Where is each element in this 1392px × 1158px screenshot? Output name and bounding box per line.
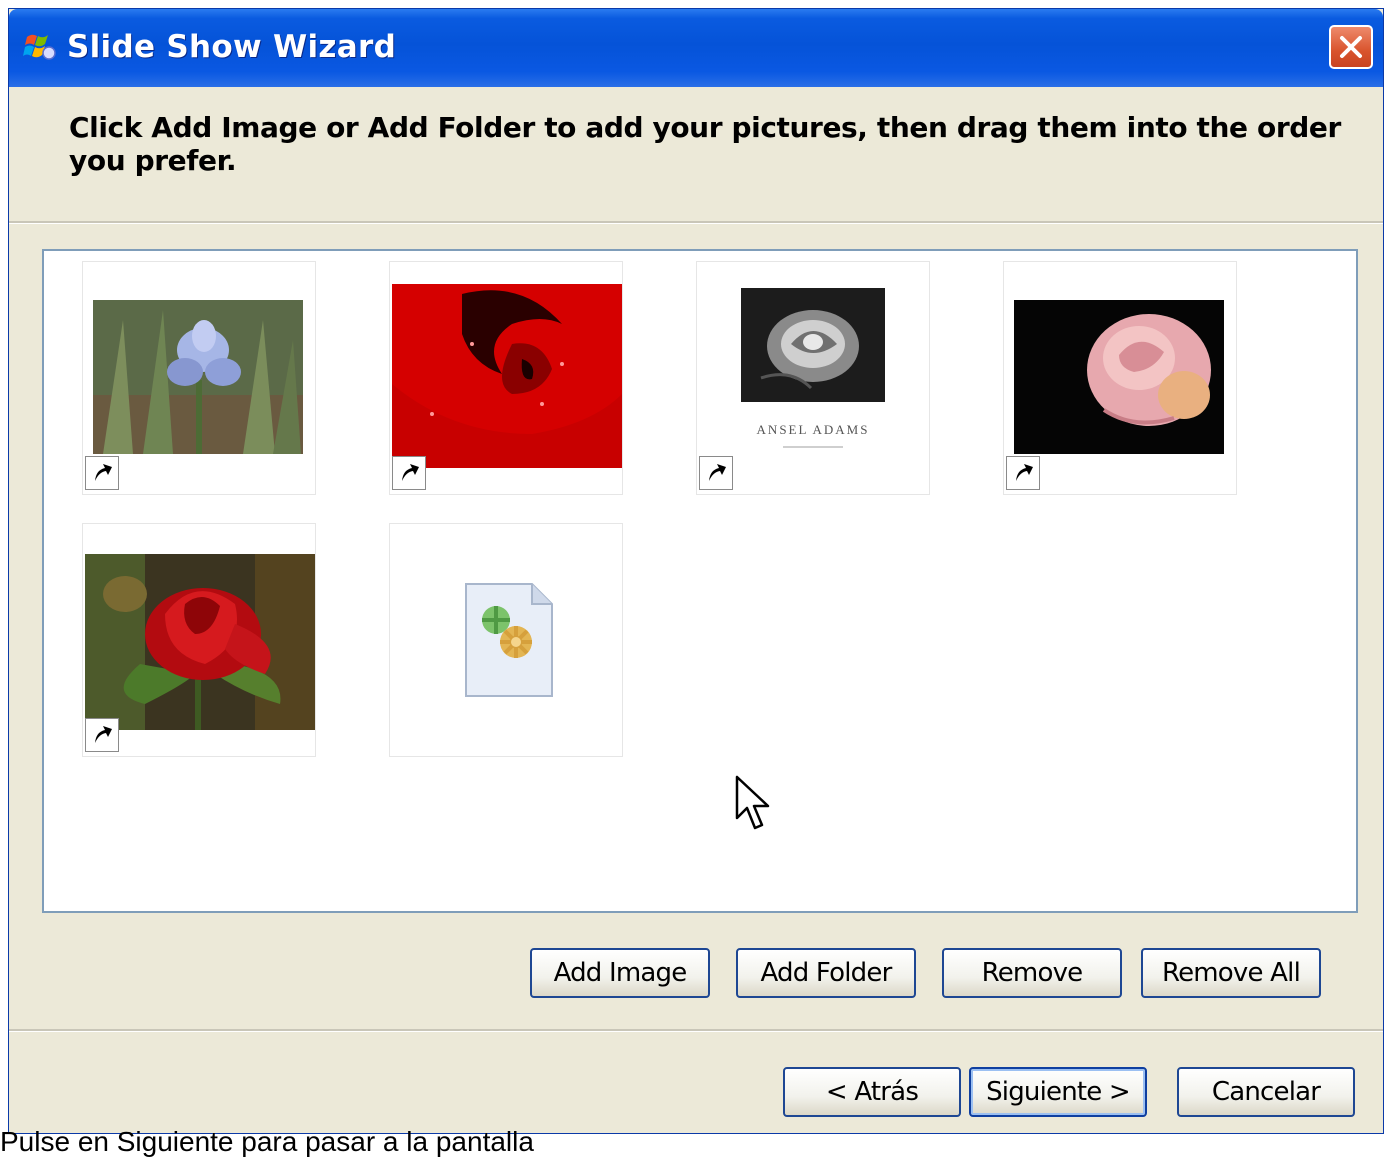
title-bar[interactable]: Slide Show Wizard [9, 9, 1383, 87]
instruction-text: Click Add Image or Add Folder to add you… [69, 111, 1341, 177]
shortcut-arrow-icon [85, 718, 119, 752]
shortcut-arrow-icon [1006, 456, 1040, 490]
cancel-button[interactable]: Cancelar [1177, 1067, 1355, 1117]
image-thumbnail[interactable] [389, 261, 623, 495]
remove-all-button[interactable]: Remove All [1141, 948, 1321, 998]
caption-subline [783, 446, 843, 448]
shortcut-arrow-icon [699, 456, 733, 490]
generic-file-icon [465, 583, 553, 697]
wizard-window: Slide Show Wizard Click Add Image or Add… [8, 8, 1384, 1134]
next-button[interactable]: Siguiente > [969, 1067, 1147, 1117]
iris-photo [93, 300, 303, 454]
wizard-header: Click Add Image or Add Folder to add you… [9, 87, 1383, 221]
shortcut-arrow-icon [85, 456, 119, 490]
image-thumbnail[interactable] [82, 523, 316, 757]
add-folder-button[interactable]: Add Folder [736, 948, 916, 998]
close-button[interactable] [1329, 25, 1373, 69]
windows-media-icon [23, 34, 56, 60]
footer-divider [9, 1029, 1383, 1032]
ansel-adams-rose-photo [741, 288, 885, 402]
window-title: Slide Show Wizard [67, 29, 397, 65]
image-list[interactable]: ANSEL ADAMS [42, 249, 1358, 913]
photo-caption: ANSEL ADAMS [756, 422, 870, 437]
image-thumbnail[interactable] [82, 261, 316, 495]
image-thumbnail[interactable] [389, 523, 623, 757]
remove-button[interactable]: Remove [942, 948, 1122, 998]
pink-rose-photo [1014, 300, 1224, 454]
shortcut-arrow-icon [392, 456, 426, 490]
status-caption: Pulse en Siguiente para pasar a la panta… [0, 1126, 534, 1157]
back-button[interactable]: < Atrás [783, 1067, 961, 1117]
image-thumbnail[interactable]: ANSEL ADAMS [696, 261, 930, 495]
add-image-button[interactable]: Add Image [530, 948, 710, 998]
red-rose-garden-photo [85, 554, 315, 730]
image-thumbnail[interactable] [1003, 261, 1237, 495]
mouse-pointer-icon [735, 775, 770, 830]
header-divider [9, 221, 1383, 224]
red-rose-closeup-photo [392, 284, 622, 468]
close-icon [1340, 36, 1362, 58]
